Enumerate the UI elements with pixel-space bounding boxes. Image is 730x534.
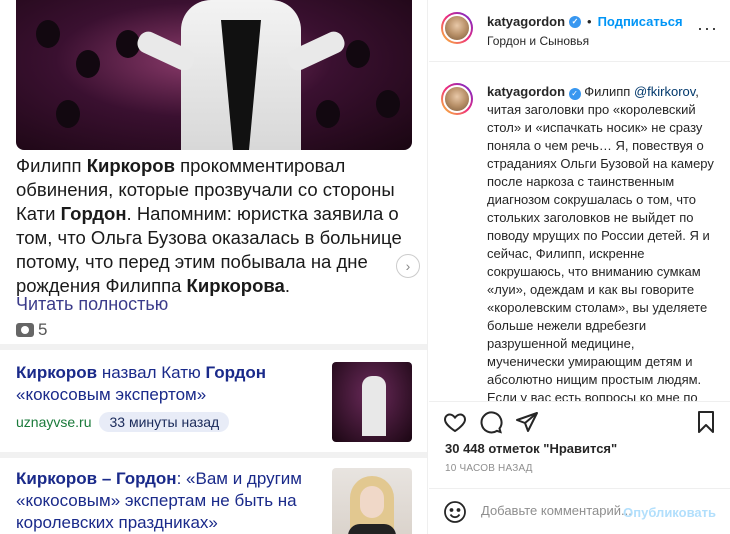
divider <box>0 452 427 458</box>
article-text: Филипп Киркоров прокомментировал обвинен… <box>16 155 402 296</box>
comment-bar: Опубликовать <box>429 488 730 534</box>
publish-button[interactable]: Опубликовать <box>623 505 716 520</box>
news-source: uznayvse.ru <box>16 414 92 430</box>
photo-count: 5 <box>16 320 47 340</box>
post-time: 10 ЧАСОВ НАЗАД <box>445 463 533 474</box>
verified-icon: ✓ <box>568 88 581 100</box>
post-sidebar: katyagordon ✓ • Подписаться Гордон и Сын… <box>429 0 730 534</box>
hero-photo <box>16 0 412 150</box>
news-card-title: Киркоров – Гордон: «Вам и другим «кокосо… <box>16 469 302 532</box>
smile-icon[interactable] <box>443 500 467 524</box>
mention-link[interactable]: @fkirkorov <box>634 84 695 99</box>
news-card-title: Киркоров назвал Катю Гордон «кокосовым э… <box>16 363 267 404</box>
news-card: Киркоров – Гордон: «Вам и другим «кокосо… <box>16 468 412 534</box>
camera-icon <box>16 323 34 337</box>
username-link[interactable]: katyagordon <box>487 14 565 29</box>
chevron-right-icon[interactable]: › <box>396 254 420 278</box>
heart-icon[interactable] <box>443 410 467 434</box>
news-thumbnail <box>332 362 412 442</box>
divider <box>0 344 427 350</box>
action-bar <box>429 401 730 441</box>
post-header: katyagordon ✓ • Подписаться Гордон и Сын… <box>429 0 730 62</box>
comments-area[interactable]: katyagordon ✓ Филипп @fkirkorov, читая з… <box>429 63 730 401</box>
caption: katyagordon ✓ Филипп @fkirkorov, читая з… <box>487 84 714 401</box>
share-icon[interactable] <box>515 410 539 434</box>
news-time: 33 минуты назад <box>99 412 230 432</box>
post-image[interactable]: Филипп Киркоров прокомментировал обвинен… <box>0 0 428 534</box>
news-card: Киркоров назвал Катю Гордон «кокосовым э… <box>16 362 412 442</box>
avatar[interactable] <box>441 12 473 44</box>
follow-button[interactable]: Подписаться <box>598 14 683 29</box>
bookmark-icon[interactable] <box>694 410 718 434</box>
location-link[interactable]: Гордон и Сыновья <box>487 34 589 48</box>
caption-username[interactable]: katyagordon <box>487 84 565 99</box>
verified-icon: ✓ <box>569 15 582 28</box>
likes-count[interactable]: 30 448 отметок "Нравится" <box>445 441 617 456</box>
avatar[interactable] <box>441 83 473 115</box>
more-icon[interactable]: ··· <box>697 18 718 39</box>
read-more-link: Читать полностью <box>16 294 169 314</box>
news-thumbnail <box>332 468 412 534</box>
comment-icon[interactable] <box>479 410 503 434</box>
